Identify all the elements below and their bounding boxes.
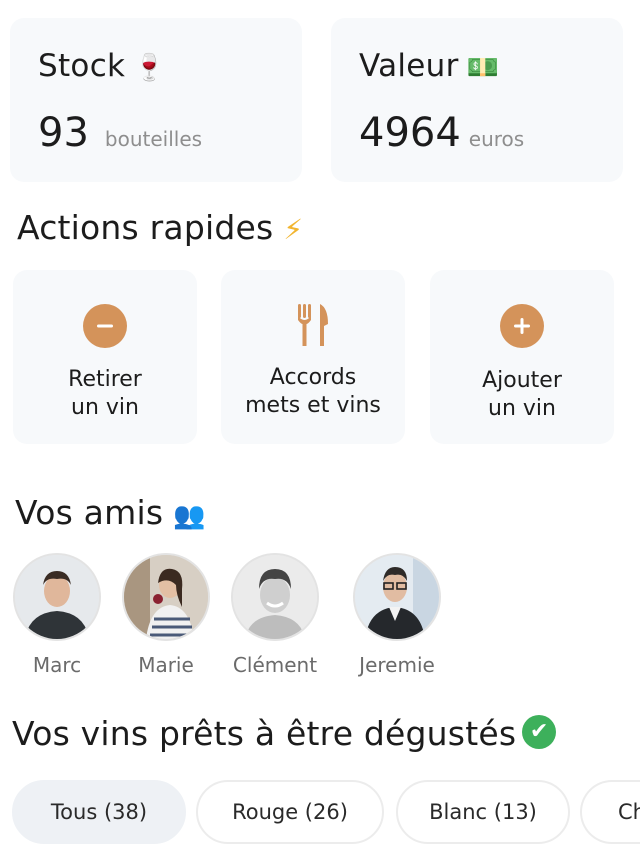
plus-icon [500, 304, 544, 348]
ajouter-vin-label: Ajouter un vin [482, 368, 562, 421]
filter-chip-rouge[interactable]: Rouge (26) [196, 780, 384, 844]
friend-name: Clément [232, 653, 318, 677]
wine-glass-icon: 🍷 [133, 53, 166, 83]
avatar [231, 553, 319, 641]
valeur-number: 4964 [359, 110, 461, 156]
valeur-value: 4964 euros [359, 110, 524, 156]
friend-name: Jeremie [359, 653, 435, 677]
avatar [353, 553, 441, 641]
amis-title: Vos amis 👥 [15, 493, 206, 532]
fork-knife-icon [296, 302, 330, 352]
stock-card: Stock 🍷 93 bouteilles [10, 18, 302, 182]
minus-icon [83, 304, 127, 348]
friend-jeremie[interactable]: Jeremie [337, 553, 457, 677]
stock-number: 93 [38, 110, 89, 156]
retirer-vin-label: Retirer un vin [68, 367, 142, 420]
accords-mets-vins-label: Accords mets et vins [245, 365, 381, 418]
stock-value: 93 bouteilles [38, 110, 202, 156]
vins-title-text: Vos vins prêts à être dégustés [12, 714, 517, 753]
friend-marc[interactable]: Marc [0, 553, 117, 677]
valeur-unit: euros [468, 127, 525, 151]
lightning-icon: ⚡ [283, 213, 304, 246]
valeur-card: Valeur 💵 4964 euros [331, 18, 623, 182]
valeur-title: Valeur 💵 [359, 48, 499, 84]
retirer-vin-button[interactable]: Retirer un vin [13, 270, 197, 444]
friend-marie[interactable]: Marie [106, 553, 226, 677]
friend-name: Marc [32, 653, 82, 677]
avatar [122, 553, 210, 641]
filter-chip-tous[interactable]: Tous (38) [12, 780, 186, 844]
friend-clement[interactable]: Clément [215, 553, 335, 677]
friend-name: Marie [138, 653, 194, 677]
valeur-title-text: Valeur [359, 48, 459, 84]
stock-unit: bouteilles [104, 127, 203, 151]
actions-title: Actions rapides ⚡ [17, 208, 303, 247]
ajouter-vin-button[interactable]: Ajouter un vin [430, 270, 614, 444]
filter-chip-champagne[interactable]: Ch [580, 780, 640, 844]
money-icon: 💵 [466, 53, 500, 83]
check-icon: ✔ [522, 714, 557, 749]
filter-chip-blanc[interactable]: Blanc (13) [396, 780, 570, 844]
stock-title-text: Stock [38, 48, 126, 84]
people-icon: 👥 [173, 501, 206, 531]
avatar [13, 553, 101, 641]
accords-mets-vins-button[interactable]: Accords mets et vins [221, 270, 405, 444]
stock-title: Stock 🍷 [38, 48, 166, 84]
actions-title-text: Actions rapides [17, 208, 274, 247]
amis-title-text: Vos amis [15, 493, 164, 532]
vins-title: Vos vins prêts à être dégustés ✔ [12, 714, 557, 753]
